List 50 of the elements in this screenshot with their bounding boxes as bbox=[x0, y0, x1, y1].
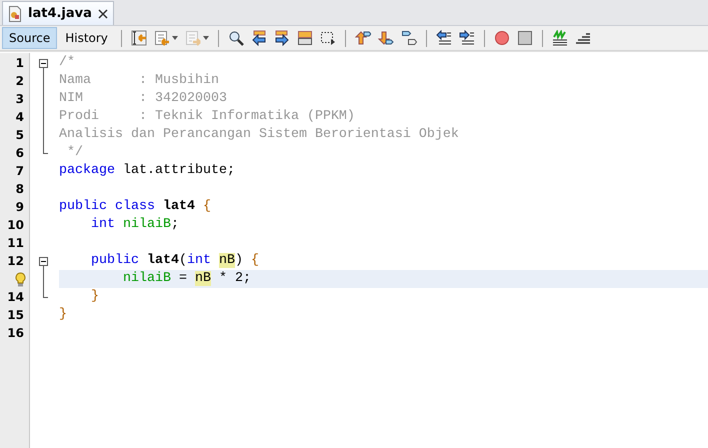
code-line: Prodi : Teknik Informatika (PPKM) bbox=[59, 108, 355, 126]
editor-tab[interactable]: lat4.java bbox=[2, 1, 114, 25]
fold-toggle[interactable] bbox=[39, 58, 48, 68]
line-number: 9 bbox=[16, 200, 24, 214]
indent-icon bbox=[458, 30, 475, 46]
dotted-selection-icon bbox=[320, 30, 336, 46]
line-number: 5 bbox=[16, 128, 24, 142]
line-number: 16 bbox=[7, 326, 24, 340]
arrow-down-icon bbox=[378, 30, 394, 46]
outdent-icon bbox=[436, 30, 452, 46]
window-icon bbox=[296, 30, 313, 46]
stop-icon bbox=[516, 30, 533, 46]
code-line: */ bbox=[66, 144, 83, 162]
code-line: Analisis dan Perancangan Sistem Berorientasi Objek bbox=[59, 126, 459, 144]
search-icon bbox=[228, 30, 244, 46]
record-icon bbox=[494, 30, 510, 46]
code-line: } bbox=[59, 306, 67, 324]
line-number: 8 bbox=[16, 182, 24, 196]
line-number: 4 bbox=[16, 110, 24, 124]
line-number: 15 bbox=[7, 308, 24, 322]
dropdown-caret-icon bbox=[202, 36, 209, 40]
line-number: 2 bbox=[16, 74, 24, 88]
line-number: 10 bbox=[7, 218, 24, 232]
line-number: 3 bbox=[16, 92, 24, 106]
code-line: package lat.attribute; bbox=[59, 162, 235, 180]
close-icon bbox=[98, 8, 108, 18]
arrow-right-icon bbox=[274, 30, 290, 46]
shapes-icon bbox=[400, 30, 417, 46]
code-line: nilaiB = nB * 2; bbox=[122, 270, 251, 288]
dropdown-caret-icon bbox=[172, 36, 178, 40]
line-number: 1 bbox=[16, 56, 24, 70]
line-number: 11 bbox=[7, 236, 24, 250]
code-line: public class lat4 { bbox=[59, 198, 211, 216]
zigzag-lines-icon bbox=[552, 30, 568, 46]
code-line: } bbox=[90, 288, 99, 306]
code-line: public lat4(int nB) { bbox=[90, 252, 259, 270]
view-tab[interactable]: Source bbox=[2, 27, 58, 49]
code-line: NIM : 342020003 bbox=[59, 90, 227, 108]
line-number: 12 bbox=[7, 254, 24, 268]
code-line: Nama : Musbihin bbox=[59, 72, 219, 90]
view-tab[interactable]: History bbox=[58, 27, 115, 49]
arrow-left-icon bbox=[250, 30, 267, 46]
line-number: 7 bbox=[16, 164, 24, 178]
arrow-up-icon bbox=[354, 30, 371, 46]
fold-toggle[interactable] bbox=[39, 256, 48, 266]
code-line: /* bbox=[59, 54, 75, 72]
file-icon bbox=[8, 6, 22, 22]
line-number: 14 bbox=[7, 290, 24, 304]
code-line: int nilaiB; bbox=[90, 216, 179, 234]
line-number: 6 bbox=[16, 146, 24, 160]
